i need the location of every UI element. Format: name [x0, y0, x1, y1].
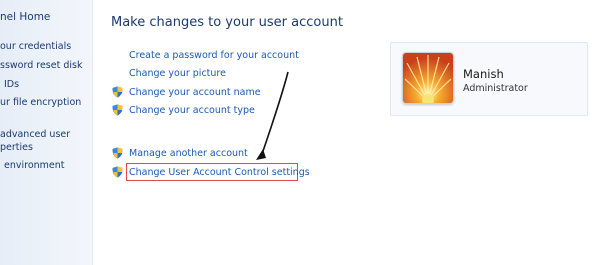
- manage-another-account-link[interactable]: Manage another account: [129, 148, 248, 159]
- uac-shield-icon: [112, 86, 123, 98]
- sidebar-item-advanced-user-properties-cont[interactable]: perties: [0, 142, 33, 153]
- create-password-link[interactable]: Create a password for your account: [129, 50, 299, 61]
- sidebar-item-advanced-user-properties[interactable]: advanced user: [0, 129, 70, 140]
- sidebar-item-credentials[interactable]: our credentials: [0, 41, 71, 52]
- uac-shield-icon: [112, 166, 123, 178]
- change-account-type-link[interactable]: Change your account type: [129, 105, 255, 116]
- flower-picture-icon: [403, 53, 453, 103]
- change-picture-link[interactable]: Change your picture: [129, 68, 226, 79]
- uac-settings-link[interactable]: Change User Account Control settings: [129, 167, 310, 178]
- control-panel-home-link[interactable]: nel Home: [0, 11, 50, 23]
- left-nav-pane: nel Home our credentials ssword reset di…: [0, 0, 93, 265]
- sidebar-item-password-reset-disk[interactable]: ssword reset disk: [0, 60, 82, 71]
- change-account-name-link[interactable]: Change your account name: [129, 87, 261, 98]
- sidebar-item-environment[interactable]: environment: [4, 160, 65, 171]
- sidebar-item-file-encryption[interactable]: ur file encryption: [0, 97, 81, 108]
- page-title: Make changes to your user account: [111, 15, 343, 30]
- user-picture: [402, 52, 454, 104]
- user-name: Manish: [463, 67, 504, 81]
- uac-shield-icon: [112, 147, 123, 159]
- user-role: Administrator: [463, 83, 528, 94]
- user-account-card: Manish Administrator: [390, 42, 588, 116]
- sidebar-item-ids[interactable]: IDs: [4, 79, 19, 90]
- uac-shield-icon: [112, 104, 123, 116]
